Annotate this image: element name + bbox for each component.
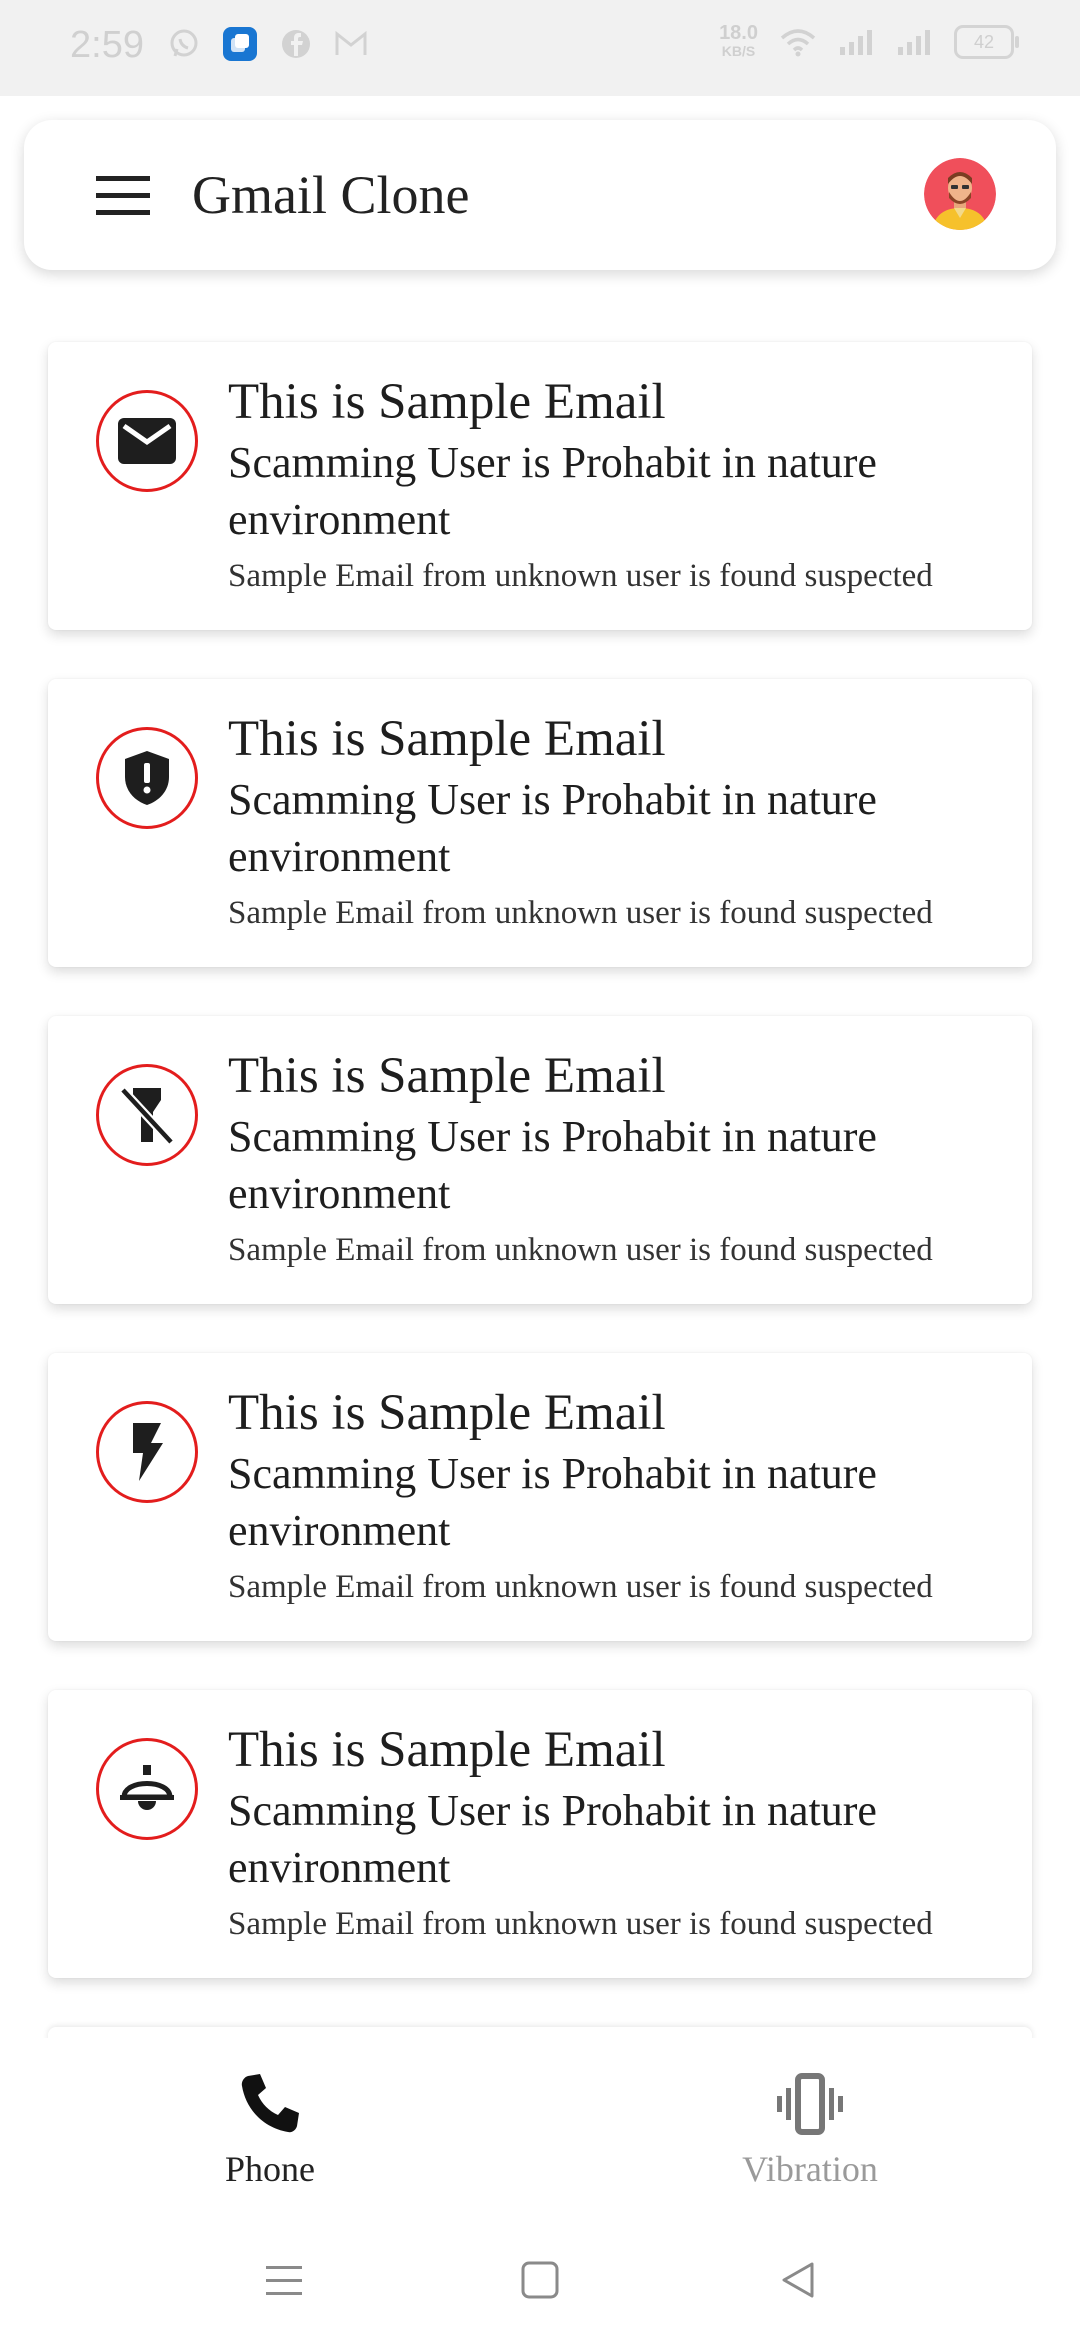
email-preview: Sample Email from unknown user is found …	[228, 558, 933, 594]
email-content: This is Sample Email Scamming User is Pr…	[228, 1718, 1018, 1948]
back-icon[interactable]	[776, 2258, 820, 2302]
email-title: This is Sample Email	[228, 1385, 666, 1441]
email-content: This is Sample Email Scamming User is Pr…	[228, 1381, 1018, 1611]
home-icon[interactable]	[518, 2258, 562, 2302]
email-subtitle: Scamming User is Prohabit in nature envi…	[228, 438, 877, 544]
bell-icon	[120, 1765, 174, 1810]
email-subtitle: Scamming User is Prohabit in nature envi…	[228, 1449, 877, 1555]
wifi-icon	[780, 29, 816, 57]
nav-label-phone: Phone	[225, 2149, 315, 2189]
email-preview: Sample Email from unknown user is found …	[228, 1906, 933, 1942]
network-speed-unit: KB/S	[721, 43, 756, 59]
vibration-icon	[777, 2073, 843, 2135]
email-content: This is Sample Email Scamming User is Pr…	[228, 370, 1018, 600]
flashlight-off-icon	[119, 1086, 175, 1146]
nav-item-vibration[interactable]: Vibration	[660, 2070, 960, 2190]
hamburger-menu-icon[interactable]	[94, 174, 154, 218]
network-speed: 18.0 KB/S	[719, 22, 758, 60]
email-card[interactable]: This is Sample Email Scamming User is Pr…	[48, 1690, 1032, 1978]
battery-indicator: 42	[954, 25, 1019, 59]
email-title: This is Sample Email	[228, 374, 666, 430]
app-icon	[223, 27, 257, 61]
signal-icon	[898, 30, 930, 55]
email-icon-container	[96, 727, 198, 829]
email-card[interactable]: This is Sample Email Scamming User is Pr…	[48, 342, 1032, 630]
email-preview: Sample Email from unknown user is found …	[228, 1232, 933, 1268]
email-subtitle: Scamming User is Prohabit in nature envi…	[228, 1112, 877, 1218]
network-speed-value: 18.0	[719, 22, 758, 44]
email-preview: Sample Email from unknown user is found …	[228, 1569, 933, 1605]
email-title: This is Sample Email	[228, 1722, 666, 1778]
signal-icon	[840, 30, 872, 55]
status-time: 2:59	[70, 24, 144, 66]
email-content: This is Sample Email Scamming User is Pr…	[228, 1044, 1018, 1274]
system-status-icons: 18.0 KB/S 42	[719, 22, 1019, 60]
nav-label-vibration: Vibration	[742, 2149, 878, 2189]
email-list: This is Sample Email Scamming User is Pr…	[48, 342, 1032, 2027]
email-subtitle: Scamming User is Prohabit in nature envi…	[228, 775, 877, 881]
gmail-icon	[335, 30, 367, 55]
email-icon-container	[96, 390, 198, 492]
status-bar: 2:59 18.0 KB/S 42	[0, 0, 1080, 96]
shield-alert-icon	[125, 751, 169, 805]
recents-icon[interactable]	[262, 2258, 306, 2302]
email-icon-container	[96, 1401, 198, 1503]
whatsapp-icon	[170, 29, 198, 57]
email-content: This is Sample Email Scamming User is Pr…	[228, 707, 1018, 937]
notification-icons	[168, 26, 368, 62]
facebook-icon	[282, 30, 310, 58]
app-title: Gmail Clone	[192, 165, 470, 225]
email-icon-container	[96, 1738, 198, 1840]
email-subtitle: Scamming User is Prohabit in nature envi…	[228, 1786, 877, 1892]
top-app-bar: Gmail Clone	[24, 120, 1056, 270]
battery-level: 42	[973, 31, 995, 52]
phone-icon	[241, 2074, 299, 2133]
email-icon	[118, 418, 176, 464]
nav-item-phone[interactable]: Phone	[120, 2070, 420, 2190]
email-card[interactable]: This is Sample Email Scamming User is Pr…	[48, 1016, 1032, 1304]
email-card[interactable]: This is Sample Email Scamming User is Pr…	[48, 679, 1032, 967]
email-card[interactable]: This is Sample Email Scamming User is Pr…	[48, 1353, 1032, 1641]
email-preview: Sample Email from unknown user is found …	[228, 895, 933, 931]
system-navigation-bar	[0, 2232, 1080, 2312]
email-icon-container	[96, 1064, 198, 1166]
flash-icon	[133, 1423, 163, 1481]
email-title: This is Sample Email	[228, 711, 666, 767]
email-title: This is Sample Email	[228, 1048, 666, 1104]
user-avatar[interactable]	[924, 158, 996, 230]
